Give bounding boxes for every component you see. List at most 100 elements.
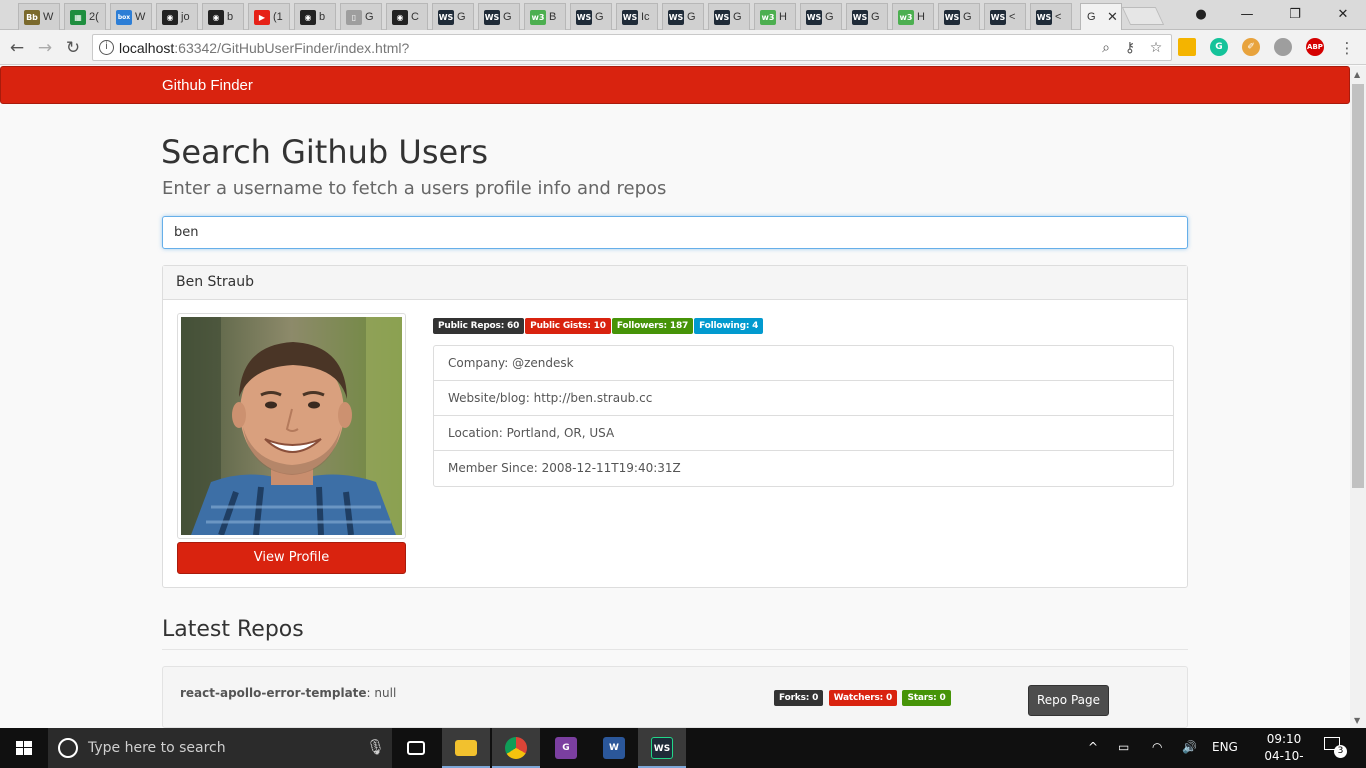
browser-tab[interactable]: ▦ 2( xyxy=(64,3,106,30)
browser-tab[interactable]: w3 B xyxy=(524,3,566,30)
brand-link[interactable]: Github Finder xyxy=(162,77,253,94)
start-button[interactable] xyxy=(0,728,48,768)
reload-icon[interactable]: ↻ xyxy=(62,37,84,59)
url-text[interactable]: localhost:63342/GitHubUserFinder/index.h… xyxy=(119,40,409,56)
active-tab-title: G xyxy=(1087,11,1096,23)
task-view-icon xyxy=(407,741,425,755)
grammarly-extension-icon[interactable]: G xyxy=(1210,38,1228,56)
user-stat-badge: Public Repos: 60 xyxy=(433,318,525,334)
tab-title: < xyxy=(1009,11,1016,23)
tab-favicon-icon: w3 xyxy=(760,10,776,25)
zoom-icon[interactable]: ⌕ xyxy=(1097,39,1115,57)
bookmark-extension-icon[interactable] xyxy=(1178,38,1196,56)
scroll-up-icon[interactable]: ▲ xyxy=(1354,70,1360,79)
bookmark-star-icon[interactable]: ☆ xyxy=(1147,39,1165,57)
forward-icon[interactable]: → xyxy=(34,37,56,59)
wifi-icon[interactable]: ◠ xyxy=(1152,740,1162,754)
restore-icon[interactable]: ❐ xyxy=(1272,4,1318,26)
menu-icon[interactable]: ⋮ xyxy=(1336,37,1358,59)
browser-tab[interactable]: WS G xyxy=(570,3,612,30)
active-tab[interactable]: G ✕ xyxy=(1080,3,1122,30)
browser-tab[interactable]: WS G xyxy=(708,3,750,30)
taskbar-chrome[interactable] xyxy=(492,728,540,768)
user-stat-badge: Following: 4 xyxy=(694,318,764,334)
taskbar-word[interactable]: W xyxy=(590,728,638,768)
taskbar-clock[interactable]: 09:10 04-10-2017 xyxy=(1256,731,1312,768)
tab-title: G xyxy=(963,11,972,23)
username-search-input[interactable] xyxy=(162,216,1188,249)
tab-favicon-icon: WS xyxy=(990,10,1006,25)
show-hidden-icons[interactable]: ^ xyxy=(1088,740,1098,754)
tab-title: G xyxy=(503,11,512,23)
tab-favicon-icon: ◉ xyxy=(208,10,224,25)
browser-tab[interactable]: WS Ic xyxy=(616,3,658,30)
page-scrollbar[interactable]: ▲ ▼ xyxy=(1350,66,1366,728)
puzzle-extension-icon[interactable] xyxy=(1274,38,1292,56)
language-indicator[interactable]: ENG xyxy=(1212,740,1238,754)
tab-title: W xyxy=(135,11,146,23)
close-tab-icon[interactable]: ✕ xyxy=(1107,9,1118,25)
browser-tab[interactable]: ◉ C xyxy=(386,3,428,30)
tab-title: Ic xyxy=(641,11,650,23)
tab-title: G xyxy=(595,11,604,23)
back-icon[interactable]: ← xyxy=(6,37,28,59)
repo-description: : null xyxy=(366,686,397,700)
browser-tab[interactable]: WS G xyxy=(478,3,520,30)
latest-repos-heading: Latest Repos xyxy=(162,617,304,642)
browser-tab[interactable]: ▶ (1 xyxy=(248,3,290,30)
watchers-badge: Watchers: 0 xyxy=(828,690,898,706)
word-icon: W xyxy=(603,737,625,759)
scroll-down-icon[interactable]: ▼ xyxy=(1354,716,1360,725)
tab-favicon-icon: w3 xyxy=(530,10,546,25)
info-icon[interactable]: i xyxy=(99,40,114,55)
new-tab-button[interactable] xyxy=(1121,7,1165,25)
member-since-item: Member Since: 2008-12-11T19:40:31Z xyxy=(448,461,681,475)
page-title: Search Github Users xyxy=(161,133,488,171)
microphone-icon[interactable]: 🎙 xyxy=(366,738,385,756)
view-profile-button[interactable]: View Profile xyxy=(177,542,406,574)
browser-tab[interactable]: WS G xyxy=(800,3,842,30)
browser-tab[interactable]: ◉ jo xyxy=(156,3,198,30)
browser-tab[interactable]: ▯ G xyxy=(340,3,382,30)
profile-icon[interactable]: ● xyxy=(1178,4,1224,26)
tab-title: G xyxy=(457,11,466,23)
extension-icon-icon[interactable]: ✐ xyxy=(1242,38,1260,56)
browser-tab[interactable]: w3 H xyxy=(892,3,934,30)
address-bar[interactable]: i localhost:63342/GitHubUserFinder/index… xyxy=(92,34,1172,61)
tab-favicon-icon: WS xyxy=(622,10,638,25)
key-icon[interactable]: ⚷ xyxy=(1121,39,1139,57)
action-center-icon[interactable]: 3 xyxy=(1324,737,1347,758)
taskbar-search[interactable]: Type here to search 🎙 xyxy=(48,728,392,768)
repo-page-button[interactable]: Repo Page xyxy=(1028,685,1109,716)
scrollbar-thumb[interactable] xyxy=(1352,84,1364,488)
taskbar-file-explorer[interactable] xyxy=(442,728,490,768)
browser-tab[interactable]: WS G xyxy=(432,3,474,30)
taskbar-pdf-app[interactable]: G xyxy=(542,728,590,768)
tab-title: < xyxy=(1055,11,1062,23)
browser-tab[interactable]: WS G xyxy=(846,3,888,30)
task-view-button[interactable] xyxy=(392,728,440,768)
browser-tab[interactable]: w3 H xyxy=(754,3,796,30)
adblock-plus-extension-icon[interactable]: ABP xyxy=(1306,38,1324,56)
browser-tab[interactable]: ◉ b xyxy=(202,3,244,30)
browser-tab[interactable]: WS < xyxy=(1030,3,1072,30)
windows-logo-icon xyxy=(16,741,32,755)
tab-title: G xyxy=(365,11,374,23)
browser-tab[interactable]: ◉ b xyxy=(294,3,336,30)
taskbar-webstorm[interactable]: WS xyxy=(638,728,686,768)
browser-tab[interactable]: WS < xyxy=(984,3,1026,30)
forks-badge: Forks: 0 xyxy=(774,690,824,706)
tab-title: G xyxy=(733,11,742,23)
minimize-icon[interactable]: — xyxy=(1224,4,1270,26)
repo-name-link[interactable]: react-apollo-error-template xyxy=(180,686,367,700)
tab-title: (1 xyxy=(273,11,283,23)
browser-tab[interactable]: WS G xyxy=(938,3,980,30)
browser-tab[interactable]: WS G xyxy=(662,3,704,30)
website-item: Website/blog: http://ben.straub.cc xyxy=(434,381,1173,416)
close-window-icon[interactable]: ✕ xyxy=(1320,4,1366,26)
tab-favicon-icon: ▯ xyxy=(346,10,362,25)
browser-tab[interactable]: box W xyxy=(110,3,152,30)
volume-icon[interactable]: 🔊 xyxy=(1182,740,1197,754)
battery-icon[interactable]: ▭ xyxy=(1118,740,1129,754)
browser-tab[interactable]: Bb W xyxy=(18,3,60,30)
